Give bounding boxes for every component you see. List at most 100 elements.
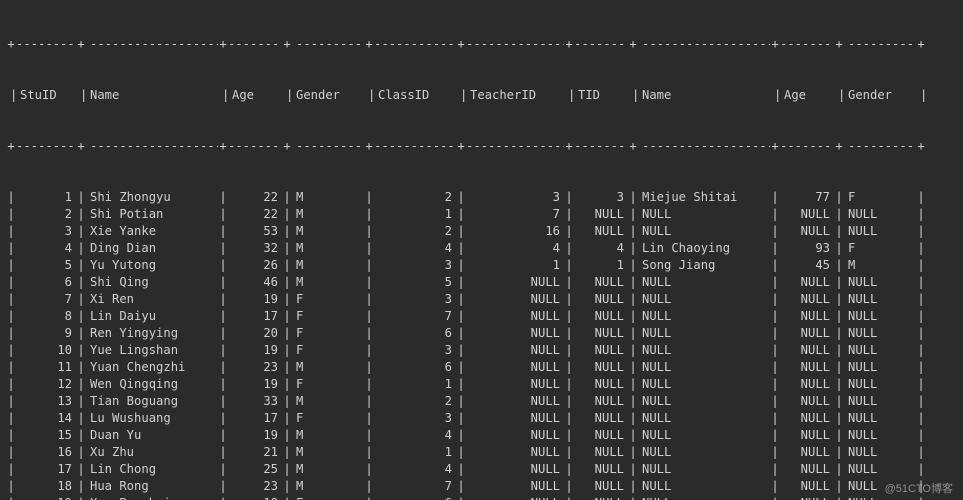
table-row: |12|Wen Qingqing|19|F|1|NULL|NULL|NULL|N… [6, 376, 957, 393]
cell: Wen Qingqing [86, 376, 218, 393]
cell: NULL [844, 359, 916, 376]
cell: 16 [16, 444, 76, 461]
cell: NULL [574, 308, 628, 325]
cell: NULL [780, 274, 834, 291]
cell: NULL [466, 359, 564, 376]
cell: Song Jiang [638, 257, 770, 274]
cell: NULL [844, 427, 916, 444]
cell: NULL [780, 223, 834, 240]
cell: 6 [16, 274, 76, 291]
cell: Lin Daiyu [86, 308, 218, 325]
cell: M [292, 223, 364, 240]
cell: 7 [374, 308, 456, 325]
cell: Hua Rong [86, 478, 218, 495]
cell: Xue Baochai [86, 495, 218, 500]
cell: NULL [574, 274, 628, 291]
table-row: |11|Yuan Chengzhi|23|M|6|NULL|NULL|NULL|… [6, 359, 957, 376]
cell: 10 [16, 342, 76, 359]
cell: 12 [16, 376, 76, 393]
cell: 22 [228, 189, 282, 206]
terminal-output: +--------+------------------+-------+---… [0, 0, 963, 500]
cell: NULL [574, 342, 628, 359]
cell: 17 [228, 410, 282, 427]
cell: 17 [228, 308, 282, 325]
cell: NULL [574, 444, 628, 461]
cell: NULL [466, 427, 564, 444]
cell: Ding Dian [86, 240, 218, 257]
cell: 2 [16, 206, 76, 223]
cell: 22 [228, 206, 282, 223]
cell: 18 [228, 495, 282, 500]
table-header: |StuID|Name|Age|Gender|ClassID|TeacherID… [6, 87, 957, 104]
cell: Lin Chong [86, 461, 218, 478]
col-header: Name [86, 87, 218, 104]
cell: Yuan Chengzhi [86, 359, 218, 376]
cell: NULL [638, 206, 770, 223]
table-row: |4|Ding Dian|32|M|4|4|4|Lin Chaoying|93|… [6, 240, 957, 257]
cell: 33 [228, 393, 282, 410]
cell: Duan Yu [86, 427, 218, 444]
cell: 23 [228, 359, 282, 376]
cell: NULL [638, 291, 770, 308]
cell: 9 [16, 325, 76, 342]
col-header: Age [780, 87, 834, 104]
cell: 18 [16, 478, 76, 495]
cell: F [292, 495, 364, 500]
table-row: |17|Lin Chong|25|M|4|NULL|NULL|NULL|NULL… [6, 461, 957, 478]
cell: NULL [466, 410, 564, 427]
cell: 2 [374, 189, 456, 206]
cell: 5 [16, 257, 76, 274]
cell: 3 [374, 410, 456, 427]
cell: NULL [780, 461, 834, 478]
cell: 46 [228, 274, 282, 291]
cell: 4 [16, 240, 76, 257]
cell: NULL [466, 461, 564, 478]
cell: 11 [16, 359, 76, 376]
table-row: |1|Shi Zhongyu|22|M|2|3|3|Miejue Shitai|… [6, 189, 957, 206]
cell: NULL [844, 376, 916, 393]
cell: 14 [16, 410, 76, 427]
cell: NULL [780, 359, 834, 376]
cell: NULL [574, 410, 628, 427]
cell: M [292, 461, 364, 478]
cell: 4 [466, 240, 564, 257]
cell: NULL [466, 376, 564, 393]
cell: 45 [780, 257, 834, 274]
cell: NULL [574, 359, 628, 376]
cell: NULL [638, 393, 770, 410]
cell: M [844, 257, 916, 274]
cell: NULL [780, 393, 834, 410]
cell: NULL [780, 291, 834, 308]
cell: NULL [844, 308, 916, 325]
cell: NULL [638, 495, 770, 500]
cell: F [292, 308, 364, 325]
cell: M [292, 427, 364, 444]
cell: M [292, 257, 364, 274]
table-row: |19|Xue Baochai|18|F|6|NULL|NULL|NULL|NU… [6, 495, 957, 500]
col-header: TID [574, 87, 628, 104]
cell: NULL [466, 308, 564, 325]
cell: NULL [780, 410, 834, 427]
cell: Ren Yingying [86, 325, 218, 342]
cell: M [292, 478, 364, 495]
cell: NULL [780, 444, 834, 461]
cell: NULL [638, 274, 770, 291]
cell: NULL [638, 444, 770, 461]
cell: 6 [374, 325, 456, 342]
cell: F [292, 410, 364, 427]
cell: 93 [780, 240, 834, 257]
table-row: |5|Yu Yutong|26|M|3|1|1|Song Jiang|45|M| [6, 257, 957, 274]
table-row: |6|Shi Qing|46|M|5|NULL|NULL|NULL|NULL|N… [6, 274, 957, 291]
cell: 1 [16, 189, 76, 206]
cell: 1 [574, 257, 628, 274]
cell: NULL [780, 376, 834, 393]
cell: 3 [466, 189, 564, 206]
cell: 77 [780, 189, 834, 206]
cell: NULL [638, 427, 770, 444]
cell: 5 [374, 274, 456, 291]
cell: 25 [228, 461, 282, 478]
cell: NULL [780, 478, 834, 495]
cell: 6 [374, 495, 456, 500]
cell: 17 [16, 461, 76, 478]
cell: NULL [844, 206, 916, 223]
